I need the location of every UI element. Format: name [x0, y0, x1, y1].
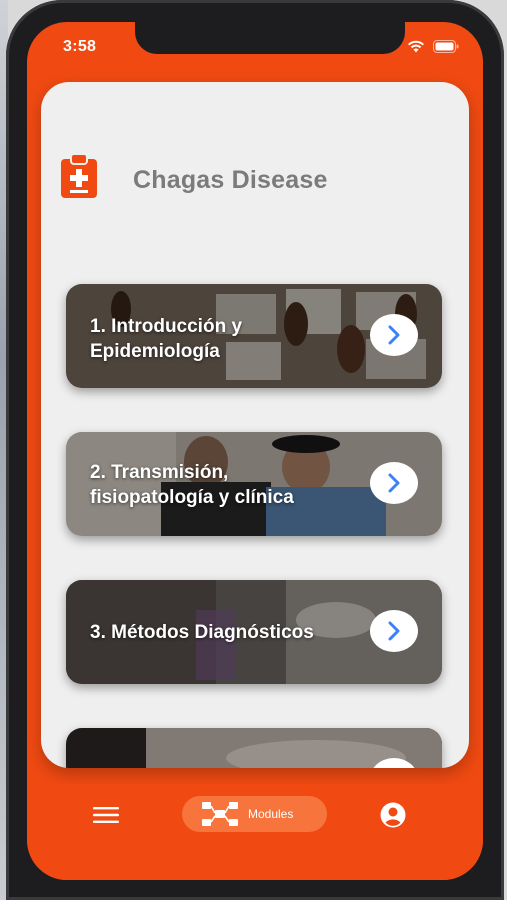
chevron-right-icon — [388, 473, 400, 493]
chevron-right-icon — [388, 621, 400, 641]
battery-icon — [433, 40, 459, 53]
account-circle-icon[interactable] — [380, 802, 406, 828]
module-card-4[interactable] — [66, 728, 442, 768]
device-notch — [135, 22, 405, 54]
module-title-2: 2. Transmisión, fisiopatología y clínica — [90, 462, 294, 508]
status-time: 3:58 — [63, 38, 97, 55]
tab-modules-label: Modules — [248, 807, 294, 821]
hamburger-menu-icon[interactable] — [93, 806, 119, 824]
module-title-1: 1. Introducción y Epidemiología — [90, 316, 243, 362]
status-icons — [407, 40, 459, 53]
content-panel: Chagas Disease 1. Introducción y Epidemi… — [41, 82, 469, 768]
module-title-3: 3. Métodos Diagnósticos — [90, 622, 314, 643]
tab-modules[interactable]: Modules — [182, 796, 327, 832]
module-arrow-button-2[interactable] — [370, 462, 418, 504]
module-arrow-button-3[interactable] — [370, 610, 418, 652]
chevron-right-icon — [388, 325, 400, 345]
bottom-navigation: Modules — [27, 784, 483, 880]
module-card-1[interactable]: 1. Introducción y Epidemiología — [66, 284, 442, 388]
module-card-2[interactable]: 2. Transmisión, fisiopatología y clínica — [66, 432, 442, 536]
modules-network-icon — [202, 802, 238, 826]
clipboard-medical-icon — [61, 154, 97, 198]
module-arrow-button-1[interactable] — [370, 314, 418, 356]
page-title: Chagas Disease — [133, 166, 328, 194]
app-screen: 3:58 Chagas Disease 1. Introducción y Ep… — [27, 22, 483, 880]
module-card-3[interactable]: 3. Métodos Diagnósticos — [66, 580, 442, 684]
wifi-icon — [408, 40, 424, 53]
